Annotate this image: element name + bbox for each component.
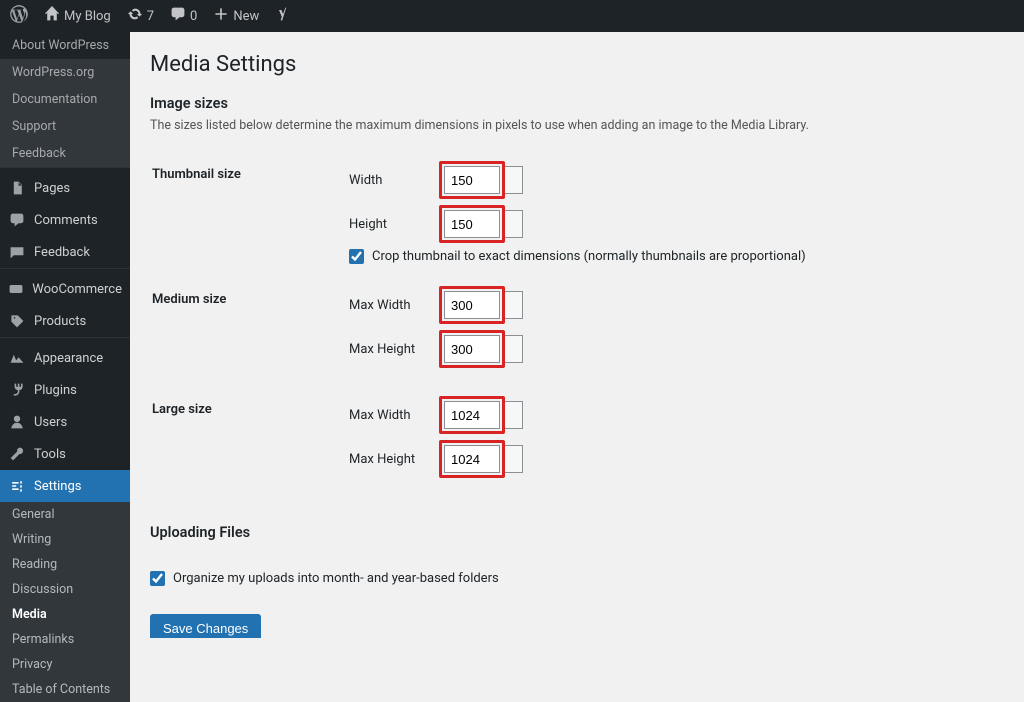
uploading-files-heading: Uploading Files bbox=[150, 524, 1004, 541]
settings-sub-media[interactable]: Media bbox=[0, 602, 130, 627]
number-spinner[interactable] bbox=[505, 335, 523, 363]
admin-sidebar: About WordPress WordPress.org Documentat… bbox=[0, 32, 130, 638]
highlight-box bbox=[439, 161, 505, 199]
number-spinner[interactable] bbox=[505, 401, 523, 429]
number-spinner[interactable] bbox=[505, 445, 523, 473]
max-height-label: Max Height bbox=[349, 342, 439, 357]
large-size-label: Large size bbox=[152, 386, 337, 494]
max-width-label: Max Width bbox=[349, 408, 439, 423]
number-spinner[interactable] bbox=[505, 291, 523, 319]
highlight-box bbox=[439, 330, 505, 368]
max-width-label: Max Width bbox=[349, 298, 439, 313]
page-title: Media Settings bbox=[150, 52, 1004, 77]
update-icon bbox=[127, 6, 143, 26]
plus-icon bbox=[213, 6, 229, 26]
sidebar-item-pages[interactable]: Pages bbox=[0, 172, 130, 204]
crop-thumbnail-checkbox[interactable] bbox=[349, 249, 364, 264]
wordpress-icon bbox=[10, 5, 28, 27]
comments-link[interactable]: 0 bbox=[162, 0, 205, 32]
medium-height-input[interactable] bbox=[444, 335, 500, 363]
new-content-link[interactable]: New bbox=[205, 0, 267, 32]
thumbnail-height-input[interactable] bbox=[444, 210, 500, 238]
settings-sub-permalinks[interactable]: Permalinks bbox=[0, 627, 130, 652]
home-icon bbox=[44, 6, 60, 26]
tools-icon bbox=[8, 445, 26, 463]
comment-icon bbox=[8, 211, 26, 229]
settings-sub-writing[interactable]: Writing bbox=[0, 527, 130, 552]
settings-sub-privacy[interactable]: Privacy bbox=[0, 652, 130, 677]
image-sizes-heading: Image sizes bbox=[150, 95, 1004, 112]
crop-thumbnail-label: Crop thumbnail to exact dimensions (norm… bbox=[372, 249, 806, 264]
sidebar-item-woocommerce[interactable]: WooCommerce bbox=[0, 273, 130, 305]
appearance-icon bbox=[8, 349, 26, 367]
sidebar-item-appearance[interactable]: Appearance bbox=[0, 342, 130, 374]
number-spinner[interactable] bbox=[505, 166, 523, 194]
sidebar-item-products[interactable]: Products bbox=[0, 305, 130, 337]
feedback-link[interactable]: Feedback bbox=[0, 140, 130, 167]
feedback-icon bbox=[8, 243, 26, 261]
highlight-box bbox=[439, 286, 505, 324]
wp-logo-menu[interactable] bbox=[2, 0, 36, 32]
sidebar-item-settings[interactable]: Settings bbox=[0, 470, 130, 502]
yoast-link[interactable] bbox=[267, 0, 299, 32]
users-icon bbox=[8, 413, 26, 431]
settings-sub-reading[interactable]: Reading bbox=[0, 552, 130, 577]
about-wordpress-link[interactable]: About WordPress bbox=[0, 32, 130, 59]
save-changes-button[interactable]: Save Changes bbox=[150, 614, 261, 638]
settings-sub-general[interactable]: General bbox=[0, 502, 130, 527]
main-content: Media Settings Image sizes The sizes lis… bbox=[130, 32, 1024, 638]
sidebar-item-users[interactable]: Users bbox=[0, 406, 130, 438]
plugin-icon bbox=[8, 381, 26, 399]
site-home-link[interactable]: My Blog bbox=[36, 0, 119, 32]
woo-icon bbox=[8, 280, 24, 298]
support-link[interactable]: Support bbox=[0, 113, 130, 140]
highlight-box bbox=[439, 440, 505, 478]
products-icon bbox=[8, 312, 26, 330]
medium-size-label: Medium size bbox=[152, 276, 337, 384]
highlight-box bbox=[439, 205, 505, 243]
yoast-icon bbox=[275, 6, 291, 26]
thumbnail-width-input[interactable] bbox=[444, 166, 500, 194]
image-sizes-description: The sizes listed below determine the max… bbox=[150, 118, 1004, 133]
site-name: My Blog bbox=[64, 9, 111, 24]
sidebar-item-plugins[interactable]: Plugins bbox=[0, 374, 130, 406]
organize-uploads-label: Organize my uploads into month- and year… bbox=[173, 571, 499, 586]
width-label: Width bbox=[349, 173, 439, 188]
large-height-input[interactable] bbox=[444, 445, 500, 473]
admin-topbar: My Blog 7 0 New bbox=[0, 0, 1024, 32]
large-width-input[interactable] bbox=[444, 401, 500, 429]
sidebar-item-comments[interactable]: Comments bbox=[0, 204, 130, 236]
number-spinner[interactable] bbox=[505, 210, 523, 238]
highlight-box bbox=[439, 396, 505, 434]
thumbnail-size-label: Thumbnail size bbox=[152, 151, 337, 274]
new-label: New bbox=[233, 9, 259, 24]
medium-width-input[interactable] bbox=[444, 291, 500, 319]
page-icon bbox=[8, 179, 26, 197]
comment-icon bbox=[170, 6, 186, 26]
settings-icon bbox=[8, 477, 26, 495]
updates-count: 7 bbox=[147, 9, 154, 24]
organize-uploads-checkbox[interactable] bbox=[150, 571, 165, 586]
sidebar-item-feedback[interactable]: Feedback bbox=[0, 236, 130, 268]
sidebar-item-tools[interactable]: Tools bbox=[0, 438, 130, 470]
height-label: Height bbox=[349, 217, 439, 232]
max-height-label: Max Height bbox=[349, 452, 439, 467]
settings-sub-toc[interactable]: Table of Contents bbox=[0, 677, 130, 702]
comments-count: 0 bbox=[190, 9, 197, 24]
documentation-link[interactable]: Documentation bbox=[0, 86, 130, 113]
updates-link[interactable]: 7 bbox=[119, 0, 162, 32]
settings-sub-discussion[interactable]: Discussion bbox=[0, 577, 130, 602]
wp-org-link[interactable]: WordPress.org bbox=[0, 59, 130, 86]
